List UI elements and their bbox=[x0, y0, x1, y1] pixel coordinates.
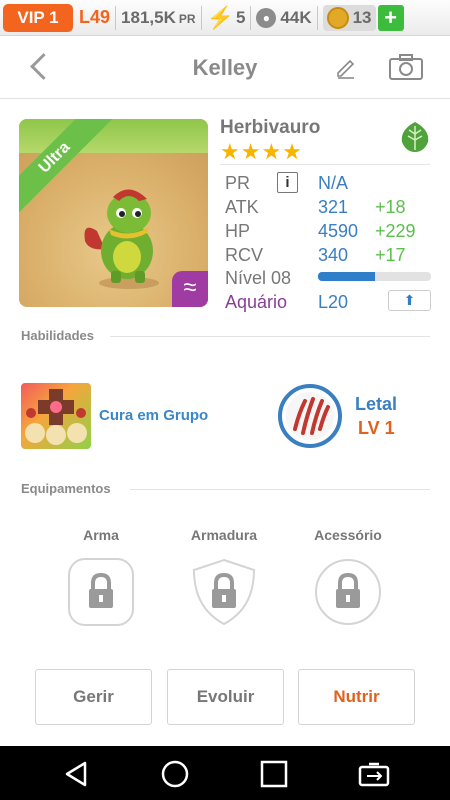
stat-row-atk: ATK 321 +18 bbox=[225, 196, 406, 218]
claw-skill-icon[interactable] bbox=[277, 383, 343, 449]
food-value: 44K bbox=[280, 7, 312, 27]
star-rating: ★★★★ bbox=[220, 139, 303, 164]
divider bbox=[115, 5, 117, 30]
stat-label: RCV bbox=[225, 245, 264, 265]
stat-value: N/A bbox=[318, 173, 349, 193]
level-label: Nível 08 bbox=[225, 268, 292, 288]
stat-label: ATK bbox=[225, 197, 259, 217]
paw-icon: ● bbox=[256, 7, 277, 28]
gems-counter: 13 bbox=[322, 4, 376, 31]
stat-bonus: +18 bbox=[375, 197, 406, 217]
divider bbox=[110, 336, 430, 337]
food-counter: ● 44K bbox=[256, 7, 312, 28]
edit-pencil-icon[interactable] bbox=[334, 55, 358, 79]
feed-button[interactable]: Nutrir bbox=[298, 669, 415, 725]
leaf-icon bbox=[401, 122, 429, 152]
coins-value: 181,5K bbox=[121, 7, 176, 27]
habitat-value: L20 bbox=[318, 292, 349, 312]
back-triangle-icon[interactable] bbox=[61, 759, 91, 789]
stat-row-rcv: RCV 340 +17 bbox=[225, 244, 406, 266]
header: Kelley bbox=[0, 37, 450, 99]
top-status-bar: VIP 1 L49 181,5K PR ⚡ 5 ● 44K 13 + bbox=[0, 0, 450, 36]
armor-label: Armadura bbox=[190, 527, 258, 543]
coins-unit: PR bbox=[178, 11, 196, 26]
divider bbox=[130, 489, 430, 490]
stat-label: PR bbox=[225, 173, 251, 193]
group-heal-illustration bbox=[25, 389, 87, 445]
dinosaur-image bbox=[84, 189, 159, 289]
info-icon[interactable]: i bbox=[277, 172, 298, 193]
divider bbox=[250, 5, 252, 30]
energy-value: 5 bbox=[235, 7, 246, 27]
weapon-slot-locked[interactable] bbox=[68, 558, 134, 626]
stat-row-hp: HP 4590 +229 bbox=[225, 220, 416, 242]
species-name: Herbivauro bbox=[220, 117, 321, 138]
page-title: Kelley bbox=[192, 55, 258, 80]
level-progress-fill bbox=[318, 272, 375, 281]
skills-section-title: Habilidades bbox=[21, 328, 94, 343]
habitat-label: Aquário bbox=[225, 292, 288, 312]
level-row: Nível 08 bbox=[225, 267, 291, 289]
android-navigation-bar bbox=[0, 746, 450, 800]
player-level: L49 bbox=[79, 7, 111, 27]
lethal-skill-name[interactable]: Letal bbox=[355, 394, 397, 415]
accessory-slot-locked[interactable] bbox=[315, 558, 381, 626]
add-gems-button[interactable]: + bbox=[377, 4, 404, 31]
monster-portrait[interactable]: Ultra ≈ bbox=[19, 119, 208, 307]
switch-screen-icon[interactable] bbox=[357, 759, 391, 789]
divider bbox=[316, 5, 318, 30]
lethal-skill-level: LV 1 bbox=[358, 418, 395, 438]
stat-value: 4590 bbox=[318, 221, 359, 241]
stat-bonus: +17 bbox=[375, 245, 406, 265]
divider bbox=[220, 164, 430, 165]
gems-value: 13 bbox=[352, 7, 372, 27]
level-progress-bar bbox=[318, 272, 431, 281]
stat-label: HP bbox=[225, 221, 251, 241]
home-circle-icon[interactable] bbox=[160, 759, 190, 789]
coins-counter: 181,5K PR bbox=[121, 8, 196, 28]
group-heal-skill-name[interactable]: Cura em Grupo bbox=[99, 407, 208, 424]
equipment-section-title: Equipamentos bbox=[21, 481, 111, 496]
camera-icon[interactable] bbox=[388, 53, 424, 81]
lightning-icon: ⚡ bbox=[206, 4, 234, 30]
vip-badge[interactable]: VIP 1 bbox=[3, 3, 73, 32]
divider bbox=[200, 5, 202, 30]
stat-value: 340 bbox=[318, 245, 349, 265]
weapon-label: Arma bbox=[83, 527, 119, 543]
arrow-up-icon: ⬆ bbox=[403, 292, 416, 308]
stat-bonus: +229 bbox=[375, 221, 416, 241]
stat-row-pr: PR i N/A bbox=[225, 172, 348, 194]
upgrade-arrow-button[interactable]: ⬆ bbox=[388, 290, 431, 311]
group-heal-skill-icon[interactable] bbox=[21, 383, 91, 449]
stat-value: 321 bbox=[318, 197, 349, 217]
manage-button[interactable]: Gerir bbox=[35, 669, 152, 725]
habitat-row: Aquário L20 bbox=[225, 291, 348, 313]
accessory-label: Acessório bbox=[314, 527, 382, 543]
armor-slot-locked[interactable] bbox=[191, 558, 257, 626]
evolve-button[interactable]: Evoluir bbox=[167, 669, 284, 725]
water-element-icon: ≈ bbox=[172, 271, 208, 307]
gem-icon bbox=[326, 6, 349, 29]
recent-apps-square-icon[interactable] bbox=[259, 759, 289, 789]
energy-counter: ⚡ 5 bbox=[207, 5, 246, 31]
